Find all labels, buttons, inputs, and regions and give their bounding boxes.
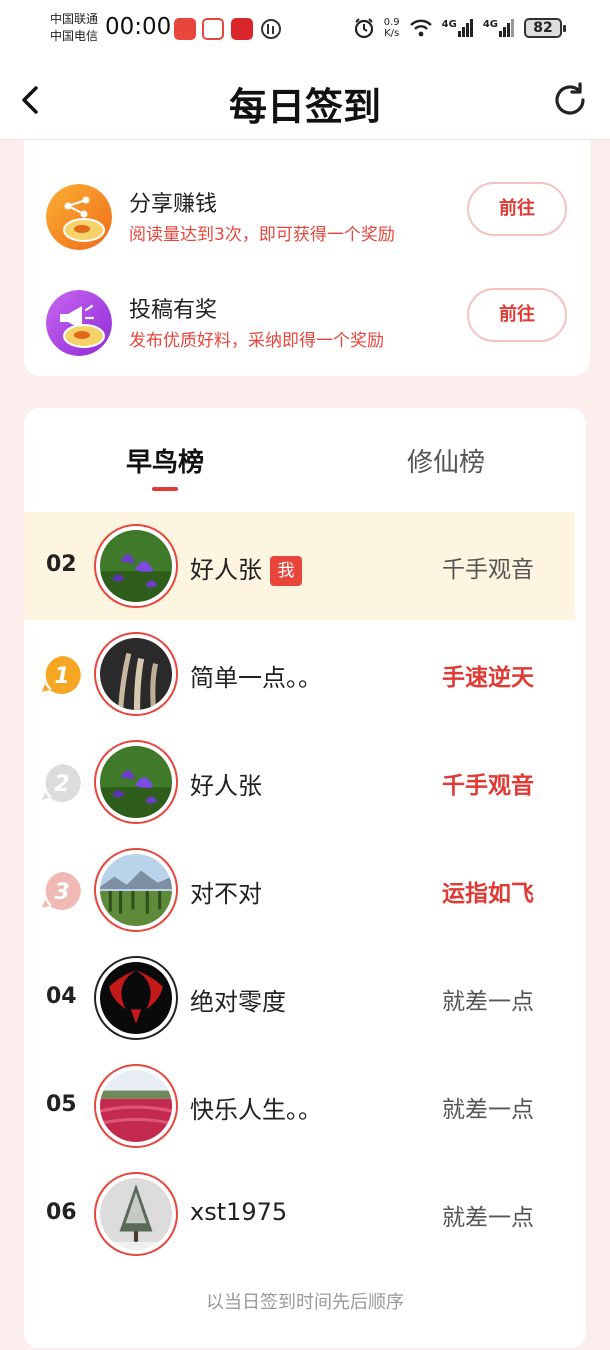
app-notification-icon <box>261 19 281 39</box>
user-name: 快乐人生。。 <box>190 1096 322 1124</box>
svg-text:3: 3 <box>54 880 69 905</box>
task-desc: 发布优质好料，采纳即得一个奖励 <box>129 331 384 351</box>
avatar <box>94 740 178 824</box>
tab-early-bird[interactable]: 早鸟榜 <box>126 442 204 479</box>
svg-text:1: 1 <box>54 664 69 689</box>
me-badge: 我 <box>270 556 302 586</box>
net-speed-unit: K/s <box>384 28 400 39</box>
task-submit: 投稿有奖 发布优质好料，采纳即得一个奖励 前往 <box>24 282 590 362</box>
task-share: 分享赚钱 阅读量达到3次，即可获得一个奖励 前往 <box>24 176 590 256</box>
rank-row[interactable]: 05 快乐人生。。 就差一点 <box>24 1052 586 1160</box>
user-name: 绝对零度 <box>190 988 286 1016</box>
avatar-image <box>100 962 172 1034</box>
task-title: 投稿有奖 <box>129 298 218 323</box>
avatar-image <box>100 530 172 602</box>
avatar-image <box>100 746 172 818</box>
rank-row[interactable]: 04 绝对零度 就差一点 <box>24 944 586 1052</box>
avatar <box>94 524 178 608</box>
avatar <box>94 848 178 932</box>
app-notification-icon <box>202 18 224 40</box>
go-button[interactable]: 前往 <box>467 288 567 342</box>
status-time: 00:00 <box>105 14 172 40</box>
ranking-card: 早鸟榜 修仙榜 02 好人张我 千手观音 1 简单一点。。 手速逆天 2 好人张… <box>24 408 586 1348</box>
user-title: 手速逆天 <box>442 665 534 691</box>
refresh-button[interactable] <box>550 80 590 120</box>
net-speed: 0.9 K/s <box>384 17 400 39</box>
signal-bars-icon <box>457 19 473 37</box>
status-bar: 中国联通 中国电信 00:00 0.9 K/s 4G 4G 82 <box>0 0 610 60</box>
avatar <box>94 1172 178 1256</box>
rank-number: 04 <box>46 984 77 1009</box>
user-title: 就差一点 <box>442 1205 534 1231</box>
megaphone-icon <box>46 290 112 356</box>
battery-indicator: 82 <box>524 18 566 38</box>
rank-row[interactable]: 06 xst1975 就差一点 <box>24 1160 586 1268</box>
tab-indicator <box>152 487 178 491</box>
gold-medal-icon: 1 <box>42 656 81 694</box>
signal-2: 4G <box>483 19 515 37</box>
tab-xiuxian[interactable]: 修仙榜 <box>407 442 485 479</box>
carrier-2: 中国电信 <box>50 29 99 43</box>
silver-medal-icon: 2 <box>42 764 81 802</box>
share-icon <box>46 184 112 250</box>
app-notification-icon <box>231 18 253 40</box>
user-title: 千手观音 <box>442 773 534 799</box>
alarm-icon <box>354 18 373 39</box>
user-name: 对不对 <box>190 880 262 908</box>
avatar-image <box>100 854 172 926</box>
user-name: 简单一点。。 <box>190 664 322 692</box>
task-desc: 阅读量达到3次，即可获得一个奖励 <box>129 225 395 245</box>
svg-text:2: 2 <box>54 772 69 797</box>
user-name: 好人张我 <box>190 550 302 586</box>
user-title: 就差一点 <box>442 989 534 1015</box>
nav-bar: 每日签到 <box>0 60 610 140</box>
user-name-text: 好人张 <box>190 556 262 584</box>
my-rank-row[interactable]: 02 好人张我 千手观音 <box>24 512 575 620</box>
user-title: 千手观音 <box>442 557 534 583</box>
user-name: 好人张 <box>190 772 262 800</box>
task-title: 分享赚钱 <box>129 192 218 217</box>
avatar-image <box>100 1178 172 1250</box>
app-notification-icon <box>174 18 196 40</box>
avatar <box>94 1064 178 1148</box>
status-indicators: 0.9 K/s 4G 4G 82 <box>353 17 566 39</box>
avatar-image <box>100 638 172 711</box>
signal-bars-icon <box>499 19 514 37</box>
rank-number: 05 <box>46 1092 77 1117</box>
carrier-info: 中国联通 中国电信 <box>50 11 98 45</box>
avatar <box>94 956 178 1040</box>
signal-1: 4G <box>442 19 474 37</box>
user-name: xst1975 <box>190 1198 288 1226</box>
rank-row[interactable]: 2 好人张 千手观音 <box>24 728 586 836</box>
wifi-icon <box>409 19 432 37</box>
user-title: 就差一点 <box>442 1097 534 1123</box>
page-title: 每日签到 <box>228 85 381 129</box>
rank-row[interactable]: 3 对不对 运指如飞 <box>24 836 586 944</box>
avatar <box>94 632 178 716</box>
carrier-1: 中国联通 <box>50 12 99 26</box>
signal-1-label: 4G <box>441 19 457 30</box>
go-button[interactable]: 前往 <box>467 182 567 236</box>
ranking-footer-note: 以当日签到时间先后顺序 <box>206 1292 404 1313</box>
tasks-card: 分享赚钱 阅读量达到3次，即可获得一个奖励 前往 投稿有奖 发布优质好料，采纳即… <box>24 140 590 376</box>
rank-number: 06 <box>46 1200 77 1225</box>
avatar-image <box>99 1070 173 1142</box>
rank-number: 02 <box>46 552 77 577</box>
net-speed-value: 0.9 <box>383 17 400 28</box>
rank-row[interactable]: 1 简单一点。。 手速逆天 <box>24 620 586 728</box>
bronze-medal-icon: 3 <box>42 872 81 910</box>
user-title: 运指如飞 <box>442 881 534 907</box>
signal-2-label: 4G <box>482 19 498 30</box>
